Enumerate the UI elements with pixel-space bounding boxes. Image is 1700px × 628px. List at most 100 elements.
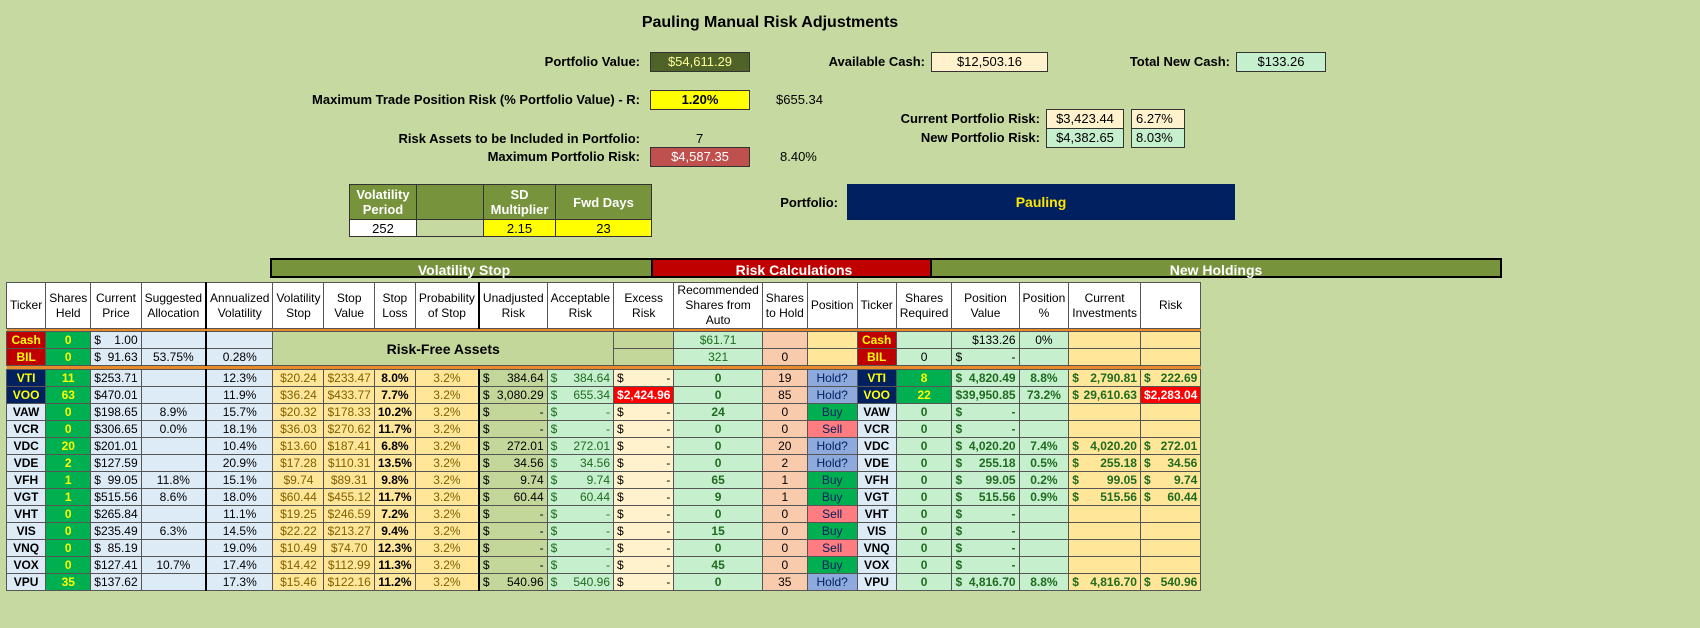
ticker[interactable]: VHT — [5, 505, 47, 523]
shares-to-hold[interactable]: 0 — [761, 539, 808, 557]
recommended-shares[interactable]: 0 — [673, 386, 763, 404]
position-status[interactable]: Buy — [806, 403, 858, 421]
cash-posval[interactable]: $133.26 — [951, 331, 1020, 349]
ticker[interactable]: VOO — [5, 386, 47, 404]
portfolio-name-cell[interactable]: Pauling — [847, 184, 1235, 220]
current-price[interactable]: 198.65 — [101, 405, 138, 420]
current-price[interactable]: 99.05 — [108, 473, 138, 488]
current-price[interactable]: 515.56 — [101, 490, 138, 505]
shares-held[interactable]: 63 — [45, 386, 92, 404]
recommended-shares[interactable]: 9 — [673, 488, 763, 506]
current-risk-cell[interactable]: $3,423.44 — [1046, 109, 1124, 129]
shares-held[interactable]: 0 — [45, 505, 92, 523]
recommended-shares[interactable]: 15 — [673, 522, 763, 540]
suggested-allocation[interactable]: 10.7% — [140, 556, 207, 574]
shares-to-hold[interactable]: 0 — [761, 522, 808, 540]
cash-pospct[interactable]: 0% — [1018, 331, 1070, 349]
suggested-allocation[interactable] — [140, 369, 207, 387]
recommended-shares[interactable]: 0 — [673, 573, 763, 591]
shares-held[interactable]: 1 — [45, 488, 92, 506]
bil-hold[interactable]: 0 — [761, 348, 808, 366]
current-price[interactable]: 127.41 — [101, 558, 138, 573]
bil-alloc[interactable]: 53.75% — [140, 348, 207, 366]
recommended-shares[interactable]: 0 — [673, 454, 763, 472]
shares-to-hold[interactable]: 0 — [761, 556, 808, 574]
shares-required[interactable]: 8 — [895, 369, 953, 387]
recommended-shares[interactable]: 0 — [673, 369, 763, 387]
current-price[interactable]: 201.01 — [101, 439, 138, 454]
position-status[interactable]: Hold? — [806, 437, 858, 455]
suggested-allocation[interactable] — [140, 573, 207, 591]
shares-to-hold[interactable]: 2 — [761, 454, 808, 472]
shares-required[interactable]: 0 — [895, 437, 953, 455]
shares-required[interactable]: 0 — [895, 488, 953, 506]
shares-held[interactable]: 0 — [45, 522, 92, 540]
position-status[interactable]: Hold? — [806, 454, 858, 472]
shares-required[interactable]: 22 — [895, 386, 953, 404]
position-status[interactable]: Hold? — [806, 369, 858, 387]
fwd-days-cell[interactable]: 23 — [555, 219, 652, 237]
suggested-allocation[interactable] — [140, 386, 207, 404]
sd-multiplier-cell[interactable]: 2.15 — [483, 219, 556, 237]
bil-held[interactable]: 0 — [45, 348, 92, 366]
position-status[interactable]: Sell — [806, 505, 858, 523]
ticker[interactable]: VCR — [5, 420, 47, 438]
bil-posval[interactable]: - — [1012, 350, 1016, 365]
recommended-shares[interactable]: 65 — [673, 471, 763, 489]
shares-held[interactable]: 11 — [45, 369, 92, 387]
cash-price[interactable]: 1.00 — [114, 333, 137, 348]
ticker[interactable]: VPU — [5, 573, 47, 591]
shares-required[interactable]: 0 — [895, 505, 953, 523]
cash-ticker[interactable]: Cash — [5, 331, 47, 349]
bil-ticker[interactable]: BIL — [5, 348, 47, 366]
current-price[interactable]: 265.84 — [101, 507, 138, 522]
position-status[interactable]: Buy — [806, 471, 858, 489]
shares-to-hold[interactable]: 1 — [761, 471, 808, 489]
bil-req[interactable]: 0 — [895, 348, 953, 366]
recommended-shares[interactable]: 0 — [673, 420, 763, 438]
bil-rec[interactable]: 321 — [673, 348, 763, 366]
shares-required[interactable]: 0 — [895, 573, 953, 591]
ticker[interactable]: VFH — [5, 471, 47, 489]
suggested-allocation[interactable]: 8.9% — [140, 403, 207, 421]
shares-to-hold[interactable]: 20 — [761, 437, 808, 455]
cash-rec[interactable]: $61.71 — [673, 331, 763, 349]
shares-held[interactable]: 0 — [45, 403, 92, 421]
position-status[interactable]: Hold? — [806, 573, 858, 591]
position-status[interactable]: Buy — [806, 522, 858, 540]
shares-to-hold[interactable]: 0 — [761, 403, 808, 421]
shares-required[interactable]: 0 — [895, 556, 953, 574]
new-risk-pct[interactable]: 8.03% — [1131, 128, 1185, 148]
position-status[interactable]: Buy — [806, 488, 858, 506]
suggested-allocation[interactable] — [140, 437, 207, 455]
recommended-shares[interactable]: 45 — [673, 556, 763, 574]
position-status[interactable]: Buy — [806, 556, 858, 574]
suggested-allocation[interactable]: 11.8% — [140, 471, 207, 489]
current-price[interactable]: 470.01 — [101, 388, 138, 403]
shares-to-hold[interactable]: 85 — [761, 386, 808, 404]
ticker[interactable]: VAW — [5, 403, 47, 421]
shares-held[interactable]: 0 — [45, 420, 92, 438]
current-price[interactable]: 253.71 — [101, 371, 138, 386]
ticker[interactable]: VDE — [5, 454, 47, 472]
current-price[interactable]: 306.65 — [101, 422, 138, 437]
shares-held[interactable]: 0 — [45, 556, 92, 574]
max-trade-risk-cell[interactable]: 1.20% — [650, 90, 750, 110]
current-price[interactable]: 137.62 — [101, 575, 138, 590]
ticker[interactable]: VNQ — [5, 539, 47, 557]
suggested-allocation[interactable] — [140, 505, 207, 523]
shares-required[interactable]: 0 — [895, 403, 953, 421]
shares-held[interactable]: 20 — [45, 437, 92, 455]
shares-required[interactable]: 0 — [895, 539, 953, 557]
shares-required[interactable]: 0 — [895, 471, 953, 489]
shares-held[interactable]: 2 — [45, 454, 92, 472]
shares-held[interactable]: 0 — [45, 539, 92, 557]
shares-required[interactable]: 0 — [895, 420, 953, 438]
shares-to-hold[interactable]: 0 — [761, 505, 808, 523]
suggested-allocation[interactable]: 6.3% — [140, 522, 207, 540]
recommended-shares[interactable]: 0 — [673, 505, 763, 523]
shares-held[interactable]: 35 — [45, 573, 92, 591]
shares-to-hold[interactable]: 35 — [761, 573, 808, 591]
shares-required[interactable]: 0 — [895, 522, 953, 540]
position-status[interactable]: Sell — [806, 539, 858, 557]
